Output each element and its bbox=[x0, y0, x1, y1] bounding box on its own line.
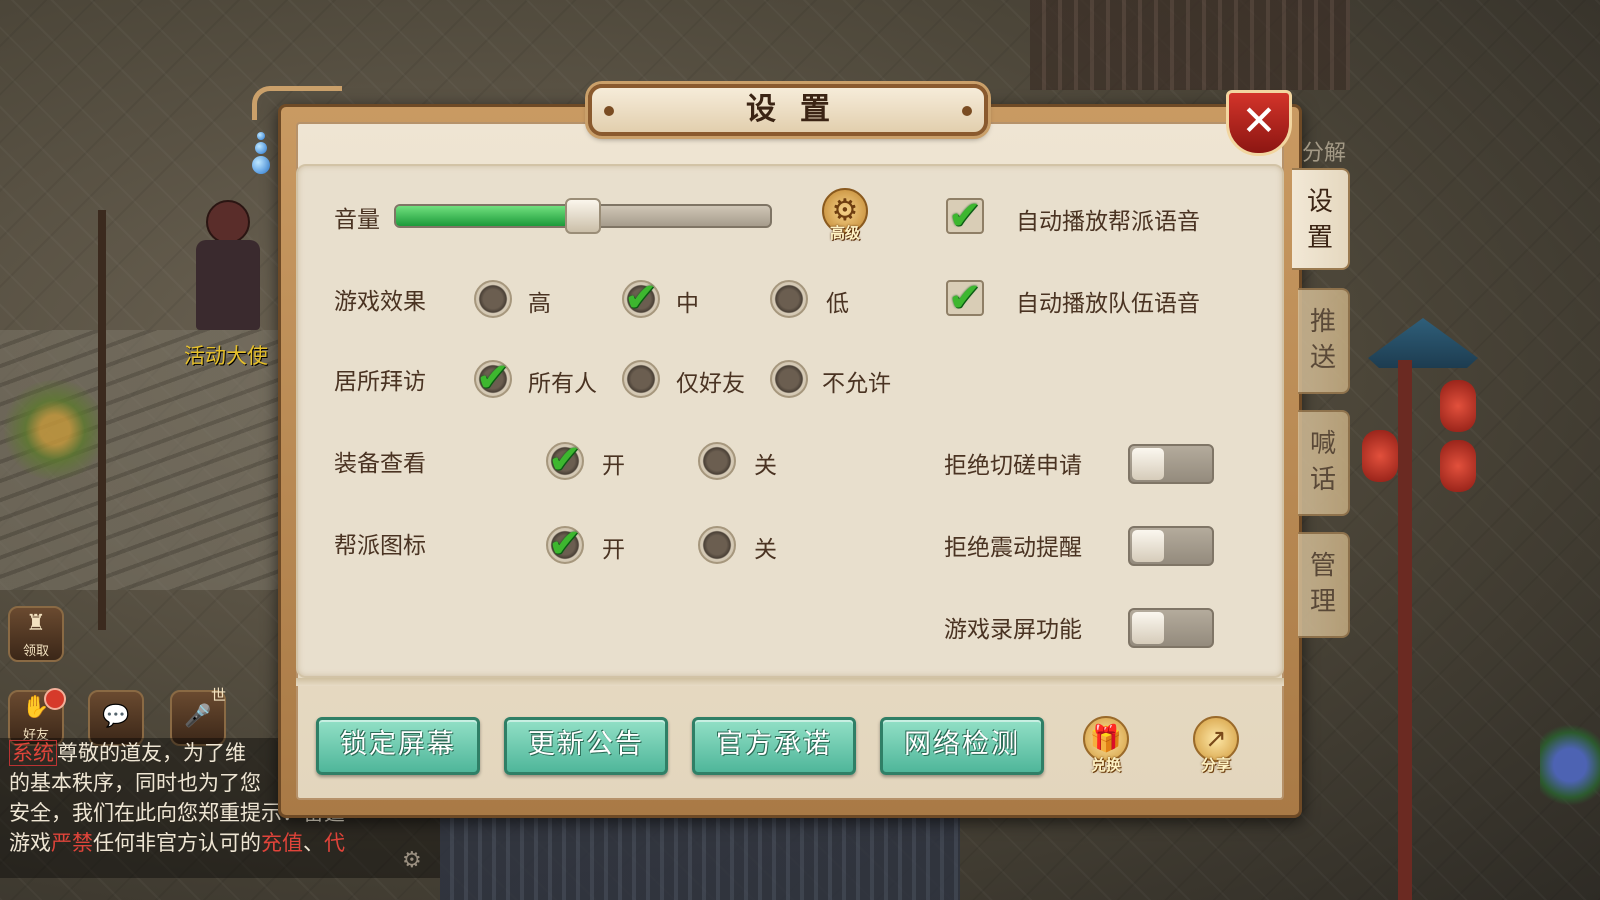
equip-view-on-radio[interactable] bbox=[546, 442, 584, 480]
reject-duel-label: 拒绝切磋申请 bbox=[944, 453, 1082, 479]
background-pavilion bbox=[1368, 318, 1478, 368]
auto-team-voice-checkbox[interactable] bbox=[946, 280, 984, 316]
chat-text: 游戏 bbox=[9, 831, 51, 855]
auto-guild-voice-label: 自动播放帮派语音 bbox=[1016, 209, 1200, 235]
chat-highlight: 充值 bbox=[261, 831, 303, 855]
network-check-button[interactable]: 网络检测 bbox=[880, 717, 1044, 775]
advanced-label: 高级 bbox=[829, 224, 860, 242]
panel-title-text: 设置 bbox=[746, 92, 854, 127]
chat-highlight: 代 bbox=[324, 831, 345, 855]
reject-duel-toggle[interactable] bbox=[1128, 444, 1214, 484]
notification-badge bbox=[44, 688, 66, 710]
game-effect-label: 游戏效果 bbox=[334, 289, 426, 315]
guild-icon-off-label: 关 bbox=[754, 537, 777, 563]
chest-icon: ♜ bbox=[26, 611, 46, 636]
lantern-icon bbox=[1440, 380, 1476, 432]
equip-view-off-label: 关 bbox=[754, 453, 777, 479]
claim-label: 领取 bbox=[22, 644, 49, 659]
side-tab-partial: 分解 bbox=[1302, 141, 1347, 166]
lantern-icon bbox=[1362, 430, 1398, 482]
game-effect-medium-radio[interactable] bbox=[622, 280, 660, 318]
home-visit-everyone-label: 所有人 bbox=[528, 371, 597, 397]
game-effect-high-radio[interactable] bbox=[474, 280, 512, 318]
gourd-icon bbox=[252, 132, 270, 184]
npc-name[interactable]: 活动大使 bbox=[184, 340, 268, 370]
chat-line: 游戏严禁任何非官方认可的充值、代 bbox=[0, 828, 440, 858]
home-visit-none-label: 不允许 bbox=[822, 371, 891, 397]
update-notice-button[interactable]: 更新公告 bbox=[504, 717, 668, 775]
lantern-icon bbox=[1440, 440, 1476, 492]
chat-text: 尊敬的道友，为了维 bbox=[57, 741, 246, 765]
background-lantern-pole bbox=[1398, 360, 1412, 900]
home-visit-everyone-radio[interactable] bbox=[474, 360, 512, 398]
world-channel-label: 世 bbox=[210, 686, 226, 704]
divider bbox=[296, 678, 1284, 686]
toggle-knob bbox=[1132, 448, 1164, 480]
share-button[interactable]: ↗ 分享 bbox=[1190, 716, 1242, 778]
title-ornament bbox=[962, 106, 972, 116]
home-visit-none-radio[interactable] bbox=[770, 360, 808, 398]
home-visit-friends-radio[interactable] bbox=[622, 360, 660, 398]
game-effect-high-label: 高 bbox=[528, 291, 551, 317]
game-effect-low-label: 低 bbox=[826, 291, 849, 317]
background-pole bbox=[98, 210, 106, 630]
background-tree bbox=[0, 380, 110, 480]
settings-content bbox=[296, 164, 1284, 678]
background-roof-top bbox=[1030, 0, 1350, 90]
redeem-label: 兑换 bbox=[1090, 756, 1121, 774]
official-promise-button[interactable]: 官方承诺 bbox=[692, 717, 856, 775]
equip-view-label: 装备查看 bbox=[334, 451, 426, 477]
tab-push[interactable]: 推 送 bbox=[1298, 288, 1350, 394]
home-visit-friends-label: 仅好友 bbox=[676, 371, 745, 397]
close-icon: ✕ bbox=[1241, 96, 1277, 145]
chat-text: 、 bbox=[303, 831, 324, 855]
volume-slider-fill bbox=[396, 206, 583, 226]
panel-title: 设置 bbox=[588, 84, 988, 136]
chat-highlight: 严禁 bbox=[51, 831, 93, 855]
advanced-audio-button[interactable]: ⚙ 高级 bbox=[820, 188, 870, 244]
system-tag: 系统 bbox=[9, 740, 57, 766]
home-visit-label: 居所拜访 bbox=[334, 369, 426, 395]
guild-icon-on-label: 开 bbox=[602, 537, 625, 563]
volume-slider-handle[interactable] bbox=[565, 198, 601, 234]
close-button[interactable]: ✕ bbox=[1226, 90, 1292, 156]
corner-ornament bbox=[252, 86, 342, 120]
tab-shout[interactable]: 喊 话 bbox=[1298, 410, 1350, 516]
lock-screen-button[interactable]: 锁定屏幕 bbox=[316, 717, 480, 775]
tab-manage[interactable]: 管 理 bbox=[1298, 532, 1350, 638]
auto-guild-voice-checkbox[interactable] bbox=[946, 198, 984, 234]
reject-vibration-toggle[interactable] bbox=[1128, 526, 1214, 566]
npc-body bbox=[196, 240, 260, 330]
claim-button[interactable]: ♜ 领取 bbox=[8, 606, 64, 662]
title-ornament bbox=[604, 106, 614, 116]
volume-label: 音量 bbox=[334, 207, 380, 233]
npc-character[interactable] bbox=[188, 200, 268, 330]
background-flowers bbox=[1540, 720, 1600, 810]
chat-bubble-icon: 💬 bbox=[102, 704, 130, 729]
guild-icon-label: 帮派图标 bbox=[334, 533, 426, 559]
gear-icon[interactable]: ⚙ bbox=[402, 848, 422, 873]
screen-record-label: 游戏录屏功能 bbox=[944, 617, 1082, 643]
npc-head bbox=[206, 200, 250, 244]
guild-icon-on-radio[interactable] bbox=[546, 526, 584, 564]
tab-settings[interactable]: 设 置 bbox=[1292, 168, 1350, 270]
toggle-knob bbox=[1132, 612, 1164, 644]
game-effect-medium-label: 中 bbox=[676, 291, 699, 317]
redeem-button[interactable]: 🎁 兑换 bbox=[1080, 716, 1132, 778]
screen-record-toggle[interactable] bbox=[1128, 608, 1214, 648]
share-label: 分享 bbox=[1200, 756, 1231, 774]
game-effect-low-radio[interactable] bbox=[770, 280, 808, 318]
toggle-knob bbox=[1132, 530, 1164, 562]
auto-team-voice-label: 自动播放队伍语音 bbox=[1016, 291, 1200, 317]
chat-text: 任何非官方认可的 bbox=[93, 831, 261, 855]
equip-view-on-label: 开 bbox=[602, 453, 625, 479]
equip-view-off-radio[interactable] bbox=[698, 442, 736, 480]
guild-icon-off-radio[interactable] bbox=[698, 526, 736, 564]
reject-vibration-label: 拒绝震动提醒 bbox=[944, 535, 1082, 561]
